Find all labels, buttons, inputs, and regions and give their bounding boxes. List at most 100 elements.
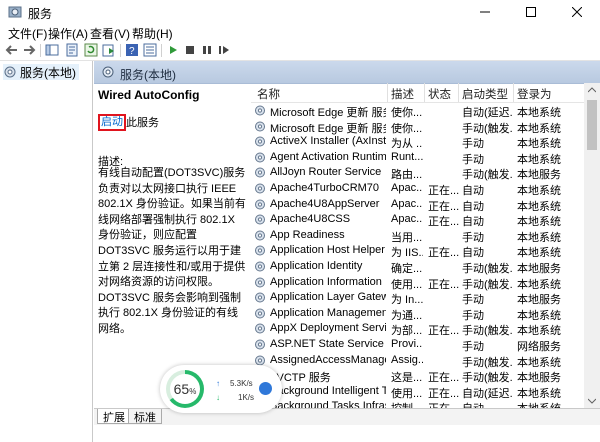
table-row[interactable]: Application Information 使用... 正在...手动(触发..… bbox=[251, 275, 600, 291]
help-icon[interactable]: ? bbox=[125, 43, 139, 57]
close-button[interactable] bbox=[554, 0, 600, 24]
table-row[interactable]: AppX Deployment Service ... 为部... 正在...手动(… bbox=[251, 321, 600, 337]
column-header-logon-as[interactable]: 登录为 bbox=[517, 86, 552, 102]
table-row[interactable]: AllJoyn Router Service 路由... 手动(触发... 本地服务 bbox=[251, 165, 600, 181]
row-logon-as: 本地服务 bbox=[517, 169, 561, 182]
scrollbar-thumb[interactable] bbox=[587, 100, 597, 150]
vertical-scrollbar[interactable] bbox=[584, 83, 600, 408]
row-logon-as: 本地服务 bbox=[517, 294, 561, 307]
row-startup-type: 手动 bbox=[462, 138, 484, 151]
column-divider[interactable] bbox=[513, 83, 514, 102]
accelerate-icon[interactable] bbox=[259, 382, 272, 395]
back-icon[interactable] bbox=[5, 43, 19, 57]
table-row[interactable]: Microsoft Edge 更新 服务 (... 使你... 手动(触发... 本地… bbox=[251, 119, 600, 135]
column-divider[interactable] bbox=[387, 83, 388, 102]
row-startup-type: 自动 bbox=[462, 400, 512, 408]
table-row[interactable]: AVCTP 服务 这是... 正在...手动(触发... 本地服务 bbox=[251, 368, 600, 384]
start-service-link[interactable]: 启动 bbox=[98, 114, 126, 131]
scroll-down-button[interactable] bbox=[584, 394, 600, 408]
row-description: Apac... bbox=[391, 197, 423, 210]
table-row[interactable]: AssignedAccessManager ... Assig... 手动(触发..… bbox=[251, 353, 600, 369]
tree-item-services-local[interactable]: 服务(本地) bbox=[3, 64, 79, 80]
network-speed-widget[interactable]: 65% ↑ 5.3K/s ↓ 1K/s bbox=[160, 365, 282, 413]
column-header-status[interactable]: 状态 bbox=[428, 86, 451, 102]
pause-service-icon[interactable] bbox=[200, 43, 214, 57]
row-logon-as: 本地系统 bbox=[517, 138, 561, 151]
row-name: AssignedAccessManager ... bbox=[270, 353, 386, 366]
table-row[interactable]: Background Tasks Infrastru... 控制... 正在...自… bbox=[251, 399, 600, 408]
service-gear-icon bbox=[255, 339, 265, 350]
row-name: Application Host Helper Se... bbox=[270, 244, 386, 257]
description-text: 有线自动配置(DOT3SVC)服务负责对以太网接口执行 IEEE 802.1X … bbox=[98, 167, 246, 335]
row-startup-type: 手动(触发... bbox=[462, 263, 512, 275]
row-startup-type: 手动(触发... bbox=[462, 278, 512, 291]
row-description: 使你... bbox=[391, 107, 423, 119]
properties-icon[interactable] bbox=[65, 43, 79, 57]
row-logon-as: 本地系统 bbox=[517, 122, 561, 135]
service-gear-icon bbox=[255, 167, 265, 178]
row-logon-as: 本地系统 bbox=[517, 387, 561, 400]
minimize-button[interactable] bbox=[462, 0, 508, 24]
stop-service-icon[interactable] bbox=[183, 43, 197, 57]
row-status: 正在... bbox=[428, 278, 460, 291]
table-row[interactable]: Application Layer Gateway ... 为 In... 手动 本地… bbox=[251, 290, 600, 306]
column-header-startup-type[interactable]: 启动类型 bbox=[462, 86, 508, 102]
table-row[interactable]: Application Host Helper Se... 为 IIS... 正在.… bbox=[251, 243, 600, 259]
service-gear-icon bbox=[255, 136, 265, 147]
tab-extended[interactable]: 扩展 bbox=[97, 409, 131, 424]
row-description: 当用... bbox=[391, 231, 423, 244]
row-status: 正在... bbox=[428, 247, 460, 260]
row-name: AppX Deployment Service ... bbox=[270, 322, 386, 335]
menu-view[interactable]: 查看(V) bbox=[90, 25, 130, 42]
services-gear-icon bbox=[8, 6, 22, 18]
menu-file[interactable]: 文件(F) bbox=[8, 25, 47, 42]
table-row[interactable]: Apache4TurboCRM70 Apac... 正在... 自动 本地系统 bbox=[251, 181, 600, 197]
table-row[interactable]: Application Identity 确定... 手动(触发... 本地服务 bbox=[251, 259, 600, 275]
maximize-button[interactable] bbox=[508, 0, 554, 24]
restart-service-icon[interactable] bbox=[217, 43, 231, 57]
row-startup-type: 手动 bbox=[462, 153, 484, 166]
table-row[interactable]: Apache4U8CSS Apac... 正在... 自动 本地系统 bbox=[251, 212, 600, 228]
row-name: Microsoft Edge 更新 服务 (... bbox=[270, 122, 386, 135]
service-gear-icon bbox=[255, 230, 265, 241]
refresh-icon[interactable] bbox=[84, 43, 98, 57]
export-icon[interactable] bbox=[102, 43, 116, 57]
tab-standard[interactable]: 标准 bbox=[128, 409, 162, 424]
menu-help[interactable]: 帮助(H) bbox=[132, 25, 173, 42]
table-row[interactable]: Background Intelligent Tra... 使用... 正在...自… bbox=[251, 384, 600, 400]
usage-value: 65% bbox=[170, 374, 200, 404]
table-row[interactable]: App Readiness 当用... 手动 本地系统 bbox=[251, 228, 600, 244]
row-description: Provi... bbox=[391, 338, 423, 350]
service-gear-icon bbox=[255, 261, 265, 272]
row-description: Apac... bbox=[391, 182, 423, 194]
upload-arrow-icon: ↑ bbox=[216, 379, 220, 388]
row-description: Apac... bbox=[391, 213, 423, 226]
service-gear-icon bbox=[255, 152, 265, 163]
row-name: Apache4U8AppServer bbox=[270, 197, 380, 210]
row-logon-as: 本地系统 bbox=[517, 309, 561, 322]
menu-action[interactable]: 操作(A) bbox=[48, 25, 88, 42]
forward-icon[interactable] bbox=[22, 43, 36, 57]
column-divider[interactable] bbox=[458, 83, 459, 102]
column-divider[interactable] bbox=[424, 83, 425, 102]
table-row[interactable]: Microsoft Edge 更新 服务 (... 使你... 自动(延迟... 本地… bbox=[251, 103, 600, 119]
start-service-icon[interactable] bbox=[166, 43, 180, 57]
start-service-suffix: 此服务 bbox=[126, 117, 159, 129]
show-tree-icon[interactable] bbox=[45, 43, 59, 57]
row-description: 路由... bbox=[391, 169, 423, 182]
start-service-line: 启动 此服务 bbox=[98, 114, 159, 131]
table-row[interactable]: Application Management 为通... 手动 本地系统 bbox=[251, 306, 600, 322]
column-header-name[interactable]: 名称 bbox=[257, 86, 280, 102]
table-row[interactable]: ASP.NET State Service Provi... 手动 网络服务 bbox=[251, 337, 600, 353]
view-icon[interactable] bbox=[143, 43, 157, 57]
row-description: 为 IIS... bbox=[391, 247, 423, 260]
usage-unit: % bbox=[189, 386, 197, 396]
table-row[interactable]: ActiveX Installer (AxInstSV) 为从 ... 手动 本地系统 bbox=[251, 134, 600, 150]
row-logon-as: 本地系统 bbox=[517, 200, 561, 213]
scroll-up-button[interactable] bbox=[584, 83, 600, 97]
table-row[interactable]: Agent Activation Runtime_... Runt... 手动 本地系… bbox=[251, 150, 600, 166]
column-header-description[interactable]: 描述 bbox=[391, 86, 414, 102]
table-row[interactable]: Apache4U8AppServer Apac... 正在... 自动 本地系统 bbox=[251, 197, 600, 213]
row-logon-as: 本地系统 bbox=[517, 107, 561, 119]
chevron-up-icon bbox=[588, 87, 596, 93]
